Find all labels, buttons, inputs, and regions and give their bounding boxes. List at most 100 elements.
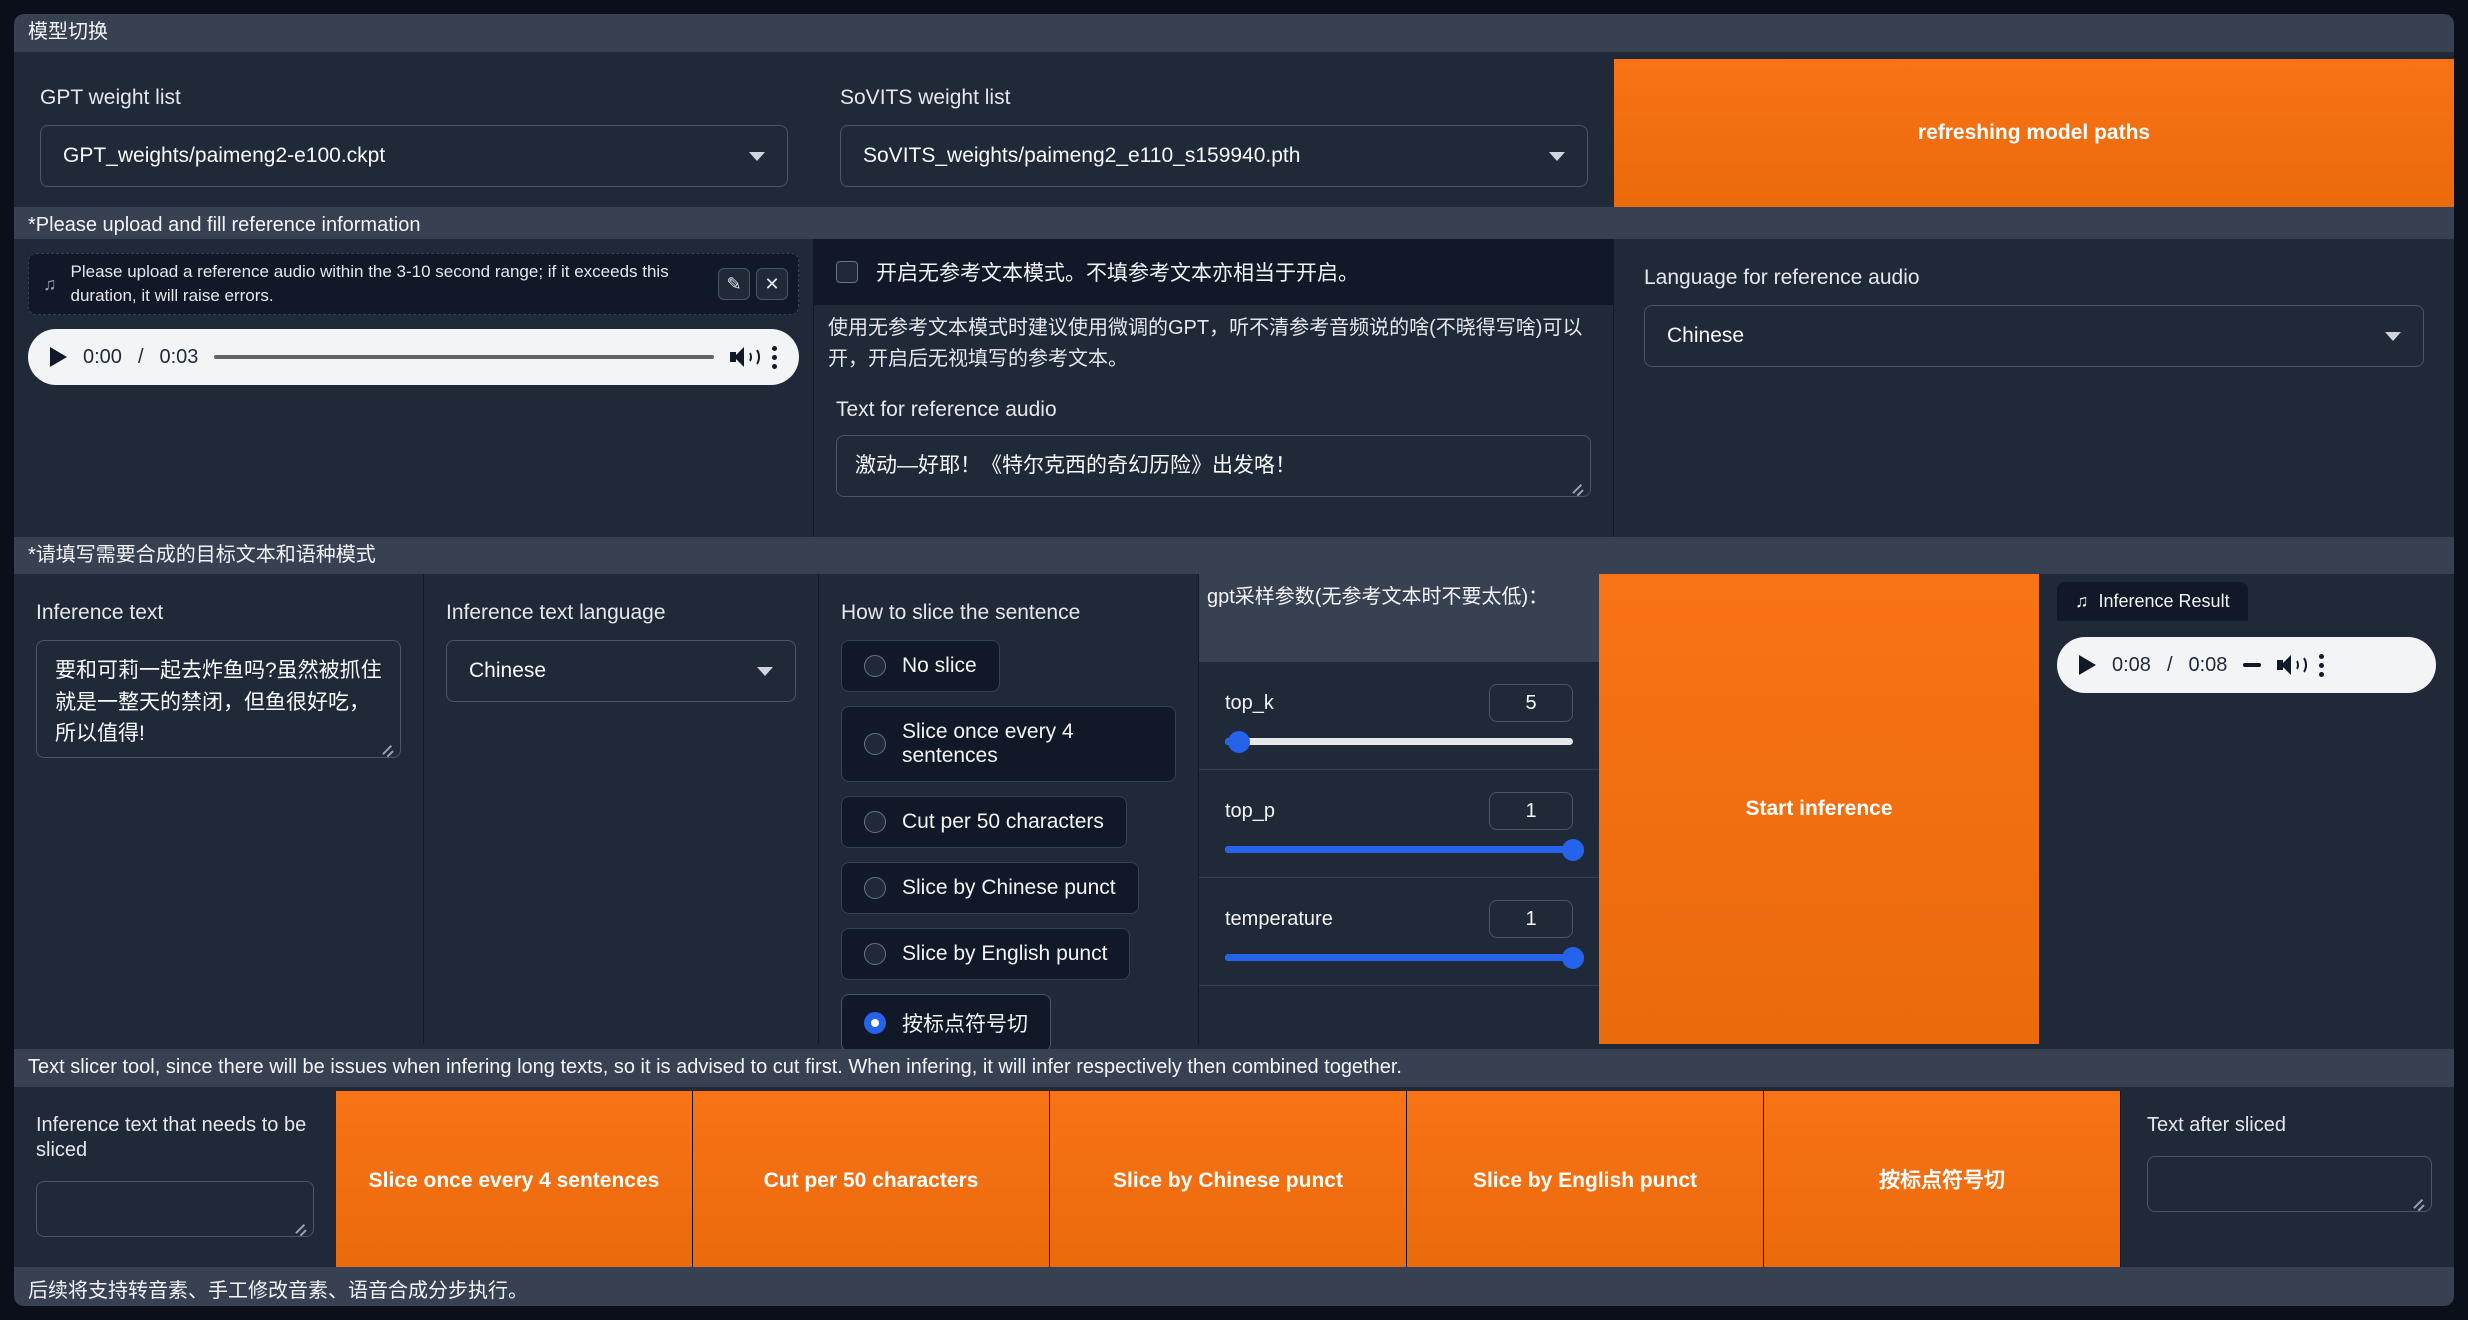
slice-option-english-punct[interactable]: Slice by English punct [841,928,1131,981]
reference-text-value: 激动—好耶！《特尔克西的奇幻历险》出发咯！ [855,454,1296,478]
slicer-button-chinese-punct[interactable]: Slice by Chinese punct [1050,1091,1407,1271]
slider-temperature-label: temperature [1225,907,1333,930]
music-note-icon: ♫ [2075,591,2089,611]
slider-top-k: top_k 5 [1199,662,1599,770]
model-switch-row: GPT weight list GPT_weights/paimeng2-e10… [14,59,2454,207]
sovits-weight-group: SoVITS weight list SoVITS_weights/paimen… [814,59,1614,207]
inference-result-tab-label: Inference Result [2098,591,2230,611]
inference-result-group: ♫ Inference Result 0:08 / 0:08 [2039,574,2454,1044]
slider-temperature-track[interactable] [1225,946,1584,969]
reference-audio-group: ♫ Please upload a reference audio within… [14,239,814,537]
slice-option-by-punctuation[interactable]: 按标点符号切 [841,994,1051,1053]
reference-language-label: Language for reference audio [1644,266,1920,289]
slice-option-label: No slice [902,654,977,678]
inference-language-dropdown[interactable]: Chinese [446,640,796,703]
refresh-model-paths-button[interactable]: refreshing model paths [1614,59,2454,207]
slicer-output-label: Text after sliced [2147,1114,2286,1136]
slice-option-every-4-sentences[interactable]: Slice once every 4 sentences [841,706,1176,783]
result-time-separator: / [2166,653,2173,676]
sovits-weight-label: SoVITS weight list [840,86,1011,109]
slice-option-label: Slice by English punct [902,942,1108,966]
footer-note: 后续将支持转音素、手工修改音素、语音合成分步执行。 [14,1267,2454,1306]
no-reference-mode-checkbox-row[interactable]: 开启无参考文本模式。不填参考文本亦相当于开启。 [814,239,1613,305]
chevron-down-icon [757,666,773,676]
slider-top-k-track[interactable] [1225,730,1573,753]
inference-language-group: Inference text language Chinese [424,574,819,1044]
no-reference-mode-checkbox[interactable] [836,261,858,283]
inference-result-player[interactable]: 0:08 / 0:08 [2057,637,2436,693]
sovits-weight-value: SoVITS_weights/paimeng2_e110_s159940.pth [863,144,1301,168]
chevron-down-icon [1549,151,1565,161]
resize-grip-icon[interactable] [381,740,395,754]
result-current-time: 0:08 [2112,653,2151,676]
inference-text-group: Inference text 要和可莉一起去炸鱼吗?虽然被抓住就是一整天的禁闭，… [14,574,424,1044]
slider-top-p: top_p 1 [1199,770,1599,878]
resize-grip-icon[interactable] [1571,479,1585,493]
slicer-row: Inference text that needs to be sliced S… [14,1091,2454,1271]
slice-option-no-slice[interactable]: No slice [841,640,1000,693]
slicer-button-english-punct[interactable]: Slice by English punct [1407,1091,1764,1271]
slider-temperature-value[interactable]: 1 [1489,900,1573,938]
play-icon[interactable] [50,347,67,367]
slicer-button-per-50-characters[interactable]: Cut per 50 characters [693,1091,1050,1271]
gpt-sampling-params-group: gpt采样参数(无参考文本时不要太低)： top_k 5 top_p 1 tem… [1199,574,1599,1044]
radio-icon-selected [864,1012,886,1035]
slider-temperature: temperature 1 [1199,878,1599,986]
inference-language-value: Chinese [469,659,547,683]
more-options-icon[interactable] [2319,653,2325,677]
inference-result-tab: ♫ Inference Result [2057,582,2248,621]
start-inference-button[interactable]: Start inference [1599,574,2039,1044]
slice-option-label: Slice by Chinese punct [902,876,1116,900]
slice-option-label: 按标点符号切 [902,1013,1028,1037]
chevron-down-icon [2385,331,2401,341]
resize-grip-icon[interactable] [294,1219,308,1233]
slider-top-p-track[interactable] [1225,838,1584,861]
inference-text-input[interactable]: 要和可莉一起去炸鱼吗?虽然被抓住就是一整天的禁闭，但鱼很好吃，所以值得! [36,640,401,759]
slider-top-k-value[interactable]: 5 [1489,684,1573,722]
more-options-icon[interactable] [772,345,777,369]
slice-option-per-50-characters[interactable]: Cut per 50 characters [841,796,1127,849]
slider-top-k-knob[interactable] [1227,730,1250,753]
music-note-icon: ♫ [43,273,57,294]
sovits-weight-dropdown[interactable]: SoVITS_weights/paimeng2_e110_s159940.pth [840,125,1588,188]
slicer-output-textbox[interactable] [2147,1156,2432,1212]
volume-icon[interactable] [730,346,760,368]
resize-grip-icon[interactable] [2412,1194,2426,1208]
no-reference-mode-note: 使用无参考文本模式时建议使用微调的GPT，听不清参考音频说的啥(不晓得写啥)可以… [828,317,1583,370]
inference-language-label: Inference text language [446,601,666,624]
inference-text-value: 要和可莉一起去炸鱼吗?虽然被抓住就是一整天的禁闭，但鱼很好吃，所以值得! [55,659,382,746]
gpt-weight-value: GPT_weights/paimeng2-e100.ckpt [63,144,386,168]
no-reference-mode-label: 开启无参考文本模式。不填参考文本亦相当于开启。 [876,262,1359,285]
reference-language-group: Language for reference audio Chinese [1614,239,2454,537]
reference-row: ♫ Please upload a reference audio within… [14,239,2454,537]
slicer-input-textbox[interactable] [36,1181,314,1237]
reference-language-value: Chinese [1667,324,1745,348]
chevron-down-icon [749,151,765,161]
radio-icon [864,877,886,900]
volume-icon[interactable] [2277,654,2308,676]
slicer-button-every-4-sentences[interactable]: Slice once every 4 sentences [336,1091,693,1271]
slider-top-p-knob[interactable] [1562,838,1584,861]
reference-language-dropdown[interactable]: Chinese [1644,305,2424,368]
reference-audio-upload-box[interactable]: ♫ Please upload a reference audio within… [28,253,799,315]
slider-top-p-value[interactable]: 1 [1489,792,1573,830]
gpt-params-label: gpt采样参数(无参考文本时不要太低)： [1199,574,1599,662]
reference-audio-player[interactable]: 0:00 / 0:03 [28,329,799,385]
reference-text-input[interactable]: 激动—好耶！《特尔克西的奇幻历险》出发咯！ [836,435,1591,498]
slider-temperature-knob[interactable] [1562,946,1584,969]
play-icon[interactable] [2079,655,2096,675]
slider-top-p-label: top_p [1225,799,1276,822]
clear-audio-button[interactable]: ✕ [756,268,788,300]
radio-icon [864,811,886,834]
gpt-weight-dropdown[interactable]: GPT_weights/paimeng2-e100.ckpt [40,125,788,188]
result-duration: 0:08 [2188,653,2228,676]
slicer-button-by-punctuation[interactable]: 按标点符号切 [1764,1091,2121,1271]
slice-option-chinese-punct[interactable]: Slice by Chinese punct [841,862,1139,915]
model-switch-section-label: 模型切换 [14,14,2454,52]
radio-icon [864,943,886,966]
radio-icon [864,655,886,678]
edit-audio-button[interactable]: ✎ [718,268,750,300]
slice-method-label: How to slice the sentence [841,601,1081,624]
radio-icon [864,733,886,756]
reference-progress-bar[interactable] [214,355,714,359]
